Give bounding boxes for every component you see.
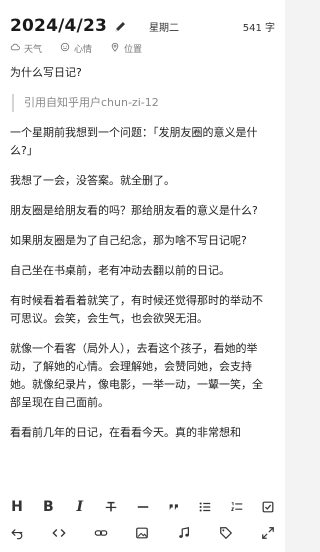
format-toolbar: H B I [0, 492, 285, 552]
paragraph: 朋友圈是给朋友看的吗？那给朋友看的意义是什么? [10, 204, 258, 217]
mood-label: 心情 [74, 44, 93, 55]
title-question: 为什么写日记? [10, 66, 82, 79]
paragraph: 我想了一会，没答案。就全删了。 [10, 174, 175, 187]
horizontal-rule-button[interactable] [132, 496, 154, 518]
ordered-list-icon [230, 502, 242, 511]
checkbox-icon [262, 501, 274, 513]
bold-icon: B [43, 499, 54, 515]
location-label: 位置 [124, 44, 143, 55]
pencil-icon[interactable] [113, 19, 127, 33]
link-icon [94, 530, 107, 536]
ordered-list-button[interactable] [226, 496, 248, 518]
heading-button[interactable]: H [6, 496, 28, 518]
italic-button[interactable]: I [69, 496, 91, 518]
word-count: 541 字 [242, 22, 275, 34]
blockquote: 引用自知乎用户chun-zi-12 [12, 94, 272, 112]
italic-icon: I [76, 499, 84, 515]
fullscreen-button[interactable] [257, 522, 279, 544]
undo-button[interactable] [6, 522, 28, 544]
cloud-icon [10, 42, 20, 55]
paragraph: 有时候看着看着就笑了，有时候还觉得那时的举动不可思议。会笑，会生气，也会欲哭无泪… [10, 294, 263, 325]
bullet-list-icon [199, 502, 211, 512]
music-icon [179, 526, 190, 538]
tag-button[interactable] [215, 522, 237, 544]
image-icon [136, 527, 149, 539]
diary-header: 2024/4/23 星期二 541 字 [10, 12, 275, 40]
code-icon [52, 529, 66, 537]
weekday-label: 星期二 [149, 22, 180, 34]
toolbar-row-insert [6, 520, 279, 546]
paragraph: 看看前几年的日记，在看看今天。真的非常想和 [10, 426, 241, 439]
smiley-icon [60, 42, 70, 55]
weather-label: 天气 [24, 44, 43, 55]
checklist-button[interactable] [257, 496, 279, 518]
diary-editor: 2024/4/23 星期二 541 字 天气 心情 位置 为什么写日记? 引用自… [0, 0, 285, 552]
horizontal-rule-icon [137, 506, 148, 508]
image-button[interactable] [131, 522, 153, 544]
weather-selector[interactable]: 天气 [10, 42, 42, 55]
bullet-list-button[interactable] [194, 496, 216, 518]
link-button[interactable] [90, 522, 112, 544]
quote-button[interactable] [163, 496, 185, 518]
paragraph: 自己坐在书桌前，老有冲动去翻以前的日记。 [10, 264, 230, 277]
diary-content[interactable]: 为什么写日记? 引用自知乎用户chun-zi-12 一个星期前我想到一个问题：「… [10, 64, 272, 490]
heading-icon: H [11, 499, 23, 515]
toolbar-row-formatting: H B I [6, 494, 279, 520]
undo-icon [11, 529, 23, 540]
code-button[interactable] [48, 522, 70, 544]
location-pin-icon [110, 42, 120, 55]
quote-icon [169, 504, 178, 510]
diary-date[interactable]: 2024/4/23 [10, 16, 107, 36]
paragraph: 如果朋友圈是为了自己纪念，那为啥不写日记呢? [10, 234, 247, 247]
music-button[interactable] [173, 522, 195, 544]
diary-meta-bar: 天气 心情 位置 [10, 41, 275, 55]
location-selector[interactable]: 位置 [110, 42, 142, 55]
tag-icon [220, 527, 233, 540]
paragraph: 一个星期前我想到一个问题：「发朋友圈的意义是什么?」 [10, 126, 258, 157]
mood-selector[interactable]: 心情 [60, 42, 92, 55]
paragraph: 就像一个看客（局外人），去看这个孩子，看她的举动，了解她的心情。会理解她，会赞同… [10, 342, 263, 409]
expand-icon [262, 527, 274, 539]
strikethrough-icon [105, 501, 117, 512]
bold-button[interactable]: B [37, 496, 59, 518]
strikethrough-button[interactable] [100, 496, 122, 518]
